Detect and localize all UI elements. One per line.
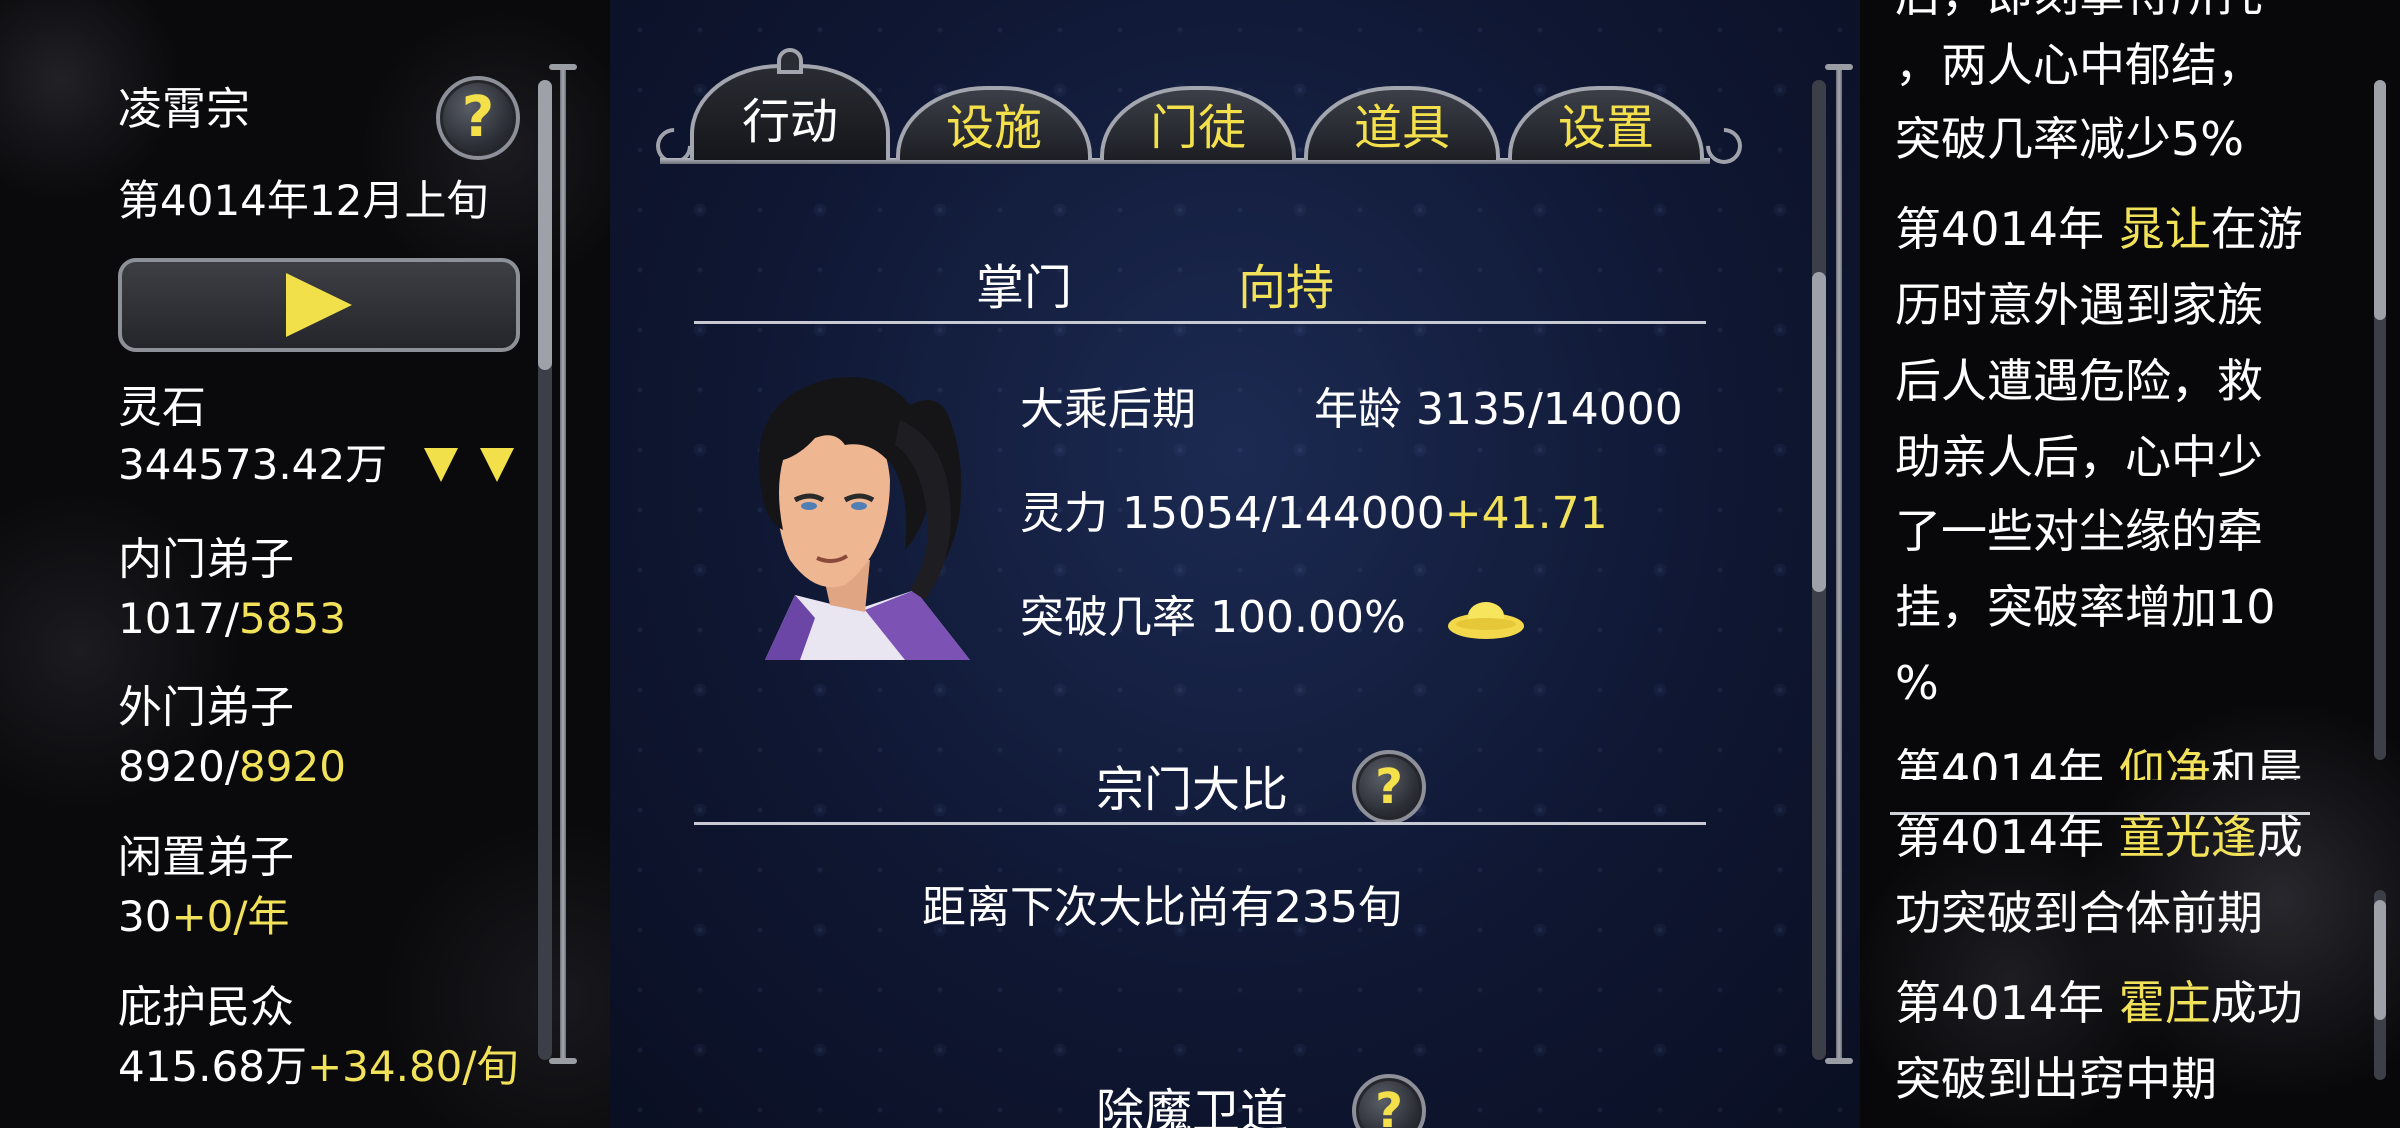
leader-realm: 大乘后期 [1020,384,1196,435]
log-line: ，两人心中郁结， [1895,38,2263,92]
stat-label-inner-disciples: 内门弟子 [118,534,294,585]
question-mark-icon: ? [461,85,495,150]
leader-divider [694,321,1706,324]
stat-value-outer-disciples: 8920/8920 [118,742,346,791]
stat-label-protected-people: 庇护民众 [118,982,294,1033]
tab-items-label: 道具 [1353,100,1450,156]
current-date: 第4014年12月上旬 [118,176,489,225]
tab-disciples-label: 门徒 [1149,100,1246,156]
log-line: 后人遭遇危险，救 [1895,354,2263,408]
rail-cap [1825,64,1853,70]
right-divider-rail [1836,66,1842,1060]
log-line: 第4014年 晁让在游 [1895,202,2303,256]
log-line: 突破几率减少5% [1895,112,2244,166]
stat-value-inner-disciples: 1017/5853 [118,594,346,643]
stat-label-outer-disciples: 外门弟子 [118,682,294,733]
log-upper-scrollbar[interactable] [2374,80,2386,760]
log-line: 突破到出窍中期 [1895,1052,2217,1106]
center-scrollbar-thumb[interactable] [1812,272,1826,592]
stat-value-spirit-stones: 344573.42万 [118,440,388,489]
log-line: 助亲人后，心中少 [1895,430,2263,484]
log-upper-scrollbar-thumb[interactable] [2374,80,2386,320]
log-line: 了一些对尘缘的牵 [1895,504,2263,558]
decrease-arrow-icon [480,448,514,482]
left-scrollbar[interactable] [538,80,552,1060]
competition-help-button[interactable]: ? [1352,750,1426,824]
sect-help-button[interactable]: ? [436,76,520,160]
tab-settings-label: 设置 [1557,100,1654,156]
log-lower-scrollbar-thumb[interactable] [2374,900,2386,1020]
tab-facilities[interactable]: 设施 [896,86,1092,160]
rail-cap [549,1058,577,1064]
leader-name[interactable]: 向持 [1238,264,1334,312]
ingot-icon[interactable] [1446,596,1526,642]
sect-status-panel: 凌霄宗 ? 第4014年12月上旬 灵石 344573.42万 内门弟子 101… [0,0,560,1128]
event-log-lower[interactable]: 第4014年 童光逢成 功突破到合体前期 第4014年 霍庄成功 突破到出窍中期 [1880,800,2360,1128]
play-icon [286,273,352,337]
log-line: 挂，突破率增加10 [1895,580,2276,634]
log-line: 历时意外遇到家族 [1895,278,2263,332]
stat-value-idle-disciples: 30+0/年 [118,892,290,941]
leader-heading: 掌门 [976,260,1073,316]
tab-action-label: 行动 [741,94,838,150]
log-lower-scrollbar[interactable] [2374,890,2386,1080]
log-line: 第4014年 童光逢成 [1895,810,2303,864]
competition-heading: 宗门大比 [1096,762,1289,818]
tab-disciples[interactable]: 门徒 [1100,86,1296,160]
decrease-arrow-icon [424,448,458,482]
tab-items[interactable]: 道具 [1304,86,1500,160]
leader-breakthrough-chance: 突破几率 100.00% [1020,592,1406,643]
log-line: 第4014年 霍庄成功 [1895,976,2303,1030]
event-log-upper[interactable]: 后，即刻拿待所托 ，两人心中郁结， 突破几率减少5% 第4014年 晁让在游 历… [1880,0,2360,780]
sect-name: 凌霄宗 [118,84,250,135]
question-mark-icon: ? [1375,759,1403,815]
rail-cap [549,64,577,70]
leader-spirit-power: 灵力 15054/144000+41.71 [1020,488,1608,539]
competition-countdown: 距离下次大比尚有235旬 [922,882,1402,933]
stat-value-protected-people: 415.68万+34.80/旬 [118,1042,519,1091]
leader-portrait[interactable] [705,360,985,660]
stat-label-spirit-stones: 灵石 [118,382,206,433]
center-scrollbar[interactable] [1812,80,1826,1060]
tab-facilities-label: 设施 [945,100,1042,156]
competition-divider [694,822,1706,825]
log-line: 第4014年 仰净和晨 [1895,744,2303,780]
stat-label-idle-disciples: 闲置弟子 [118,832,294,883]
left-scrollbar-thumb[interactable] [538,80,552,370]
advance-time-button[interactable] [118,258,520,352]
log-line: 后，即刻拿待所托 [1895,0,2263,18]
tab-action[interactable]: 行动 [690,48,890,160]
left-divider-rail [560,66,566,1060]
tab-settings[interactable]: 设置 [1508,86,1704,160]
leader-age: 年龄 3135/14000 [1314,384,1683,435]
log-line: 功突破到合体前期 [1895,886,2263,940]
log-line: % [1895,656,1939,710]
rail-cap [1825,1058,1853,1064]
